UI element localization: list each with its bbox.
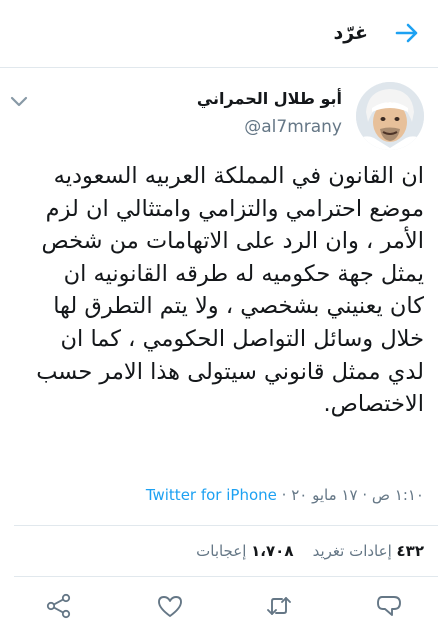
retweets-label: إعادات تغريد bbox=[312, 542, 392, 560]
like-button[interactable] bbox=[156, 592, 184, 620]
tweet-text-line: خلال وسائل التواصل الحكومي ، كما ان bbox=[60, 325, 424, 352]
likes-count: ١،٧٠٨ bbox=[251, 542, 294, 560]
author-handle[interactable]: @al7mrany bbox=[244, 116, 342, 138]
tweet-stats: ٤٣٢ إعادات تغريد ١،٧٠٨ إعجابات bbox=[196, 540, 424, 562]
author-display-name[interactable]: أبو طلال الحمراني bbox=[197, 88, 342, 110]
divider bbox=[14, 525, 438, 526]
retweet-button[interactable] bbox=[265, 592, 293, 620]
top-bar: غرّد bbox=[0, 0, 438, 68]
tweet-meta: ١:١٠ ص · ١٧ مايو ٢٠ · Twitter for iPhone bbox=[146, 484, 424, 506]
retweets-stat[interactable]: ٤٣٢ إعادات تغريد bbox=[308, 542, 424, 560]
chevron-down-icon[interactable] bbox=[8, 94, 30, 110]
tweet-actions bbox=[0, 592, 438, 632]
tweet-text-line: كان يعنيني بشخصي ، ولا يتم التطرق لها bbox=[53, 293, 424, 320]
reply-button[interactable] bbox=[375, 592, 403, 620]
likes-label: إعجابات bbox=[196, 542, 247, 560]
tweet-text-line: موضع احترامي والتزامي وامتثالي ان لزم bbox=[45, 195, 424, 222]
avatar-image bbox=[356, 82, 424, 150]
tweet-text-line: الاختصاص. bbox=[323, 391, 424, 418]
tweet-text-line: لدي ممثل قانوني سيتولى هذا الامر حسب bbox=[36, 358, 424, 385]
tweet-text-line: ان القانون في المملكة العربيه السعوديه bbox=[53, 163, 424, 189]
tweet-source-link[interactable]: Twitter for iPhone bbox=[146, 486, 277, 504]
tweet-text-line: يمثل جهة حكوميه له طرقه القانونيه ان bbox=[63, 260, 424, 287]
share-icon bbox=[46, 593, 71, 619]
arrow-right-icon[interactable] bbox=[394, 20, 420, 46]
retweets-count: ٤٣٢ bbox=[396, 542, 424, 560]
tweet-text: ان القانون في المملكة العربيه السعوديه م… bbox=[12, 160, 424, 421]
like-icon bbox=[158, 596, 182, 617]
share-button[interactable] bbox=[45, 592, 73, 620]
tweet-text-line: الأمر ، وان الرد على الاتهامات من شخص bbox=[41, 228, 424, 255]
tweet-timestamp: ١:١٠ ص · ١٧ مايو ٢٠ · bbox=[281, 486, 424, 504]
reply-icon bbox=[377, 596, 401, 616]
divider bbox=[14, 576, 438, 577]
page-title: غرّد bbox=[333, 22, 368, 44]
retweet-icon bbox=[267, 597, 291, 615]
likes-stat[interactable]: ١،٧٠٨ إعجابات bbox=[196, 542, 293, 560]
avatar[interactable] bbox=[356, 82, 424, 150]
